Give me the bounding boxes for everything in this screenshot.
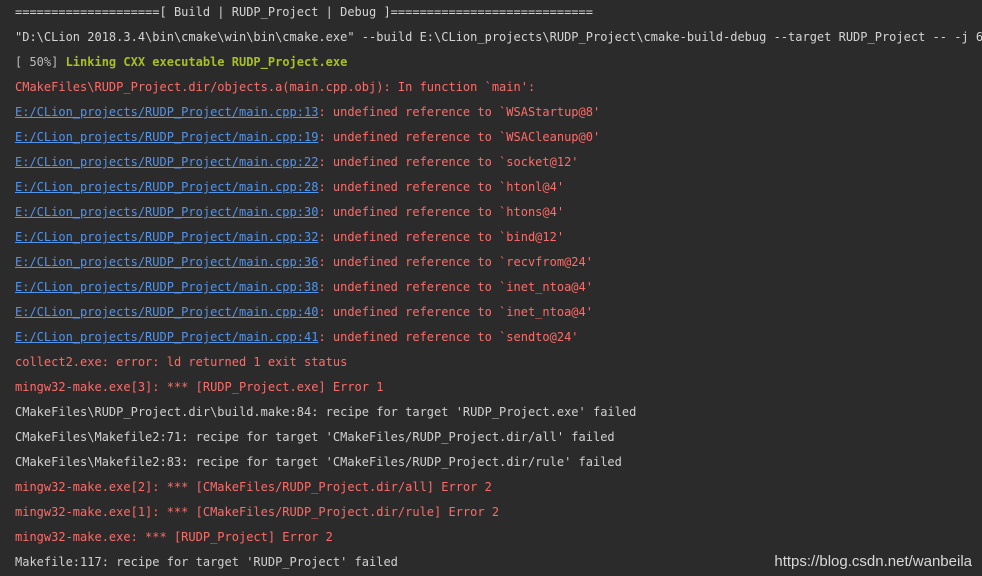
console-line-normal: Makefile:117: recipe for target 'RUDP_Pr… bbox=[15, 555, 398, 569]
console-line-normal: CMakeFiles\Makefile2:83: recipe for targ… bbox=[15, 455, 622, 469]
error-message: : undefined reference to `sendto@24' bbox=[318, 330, 579, 344]
console-line-error: collect2.exe: error: ld returned 1 exit … bbox=[15, 355, 348, 369]
console-line-normal: CMakeFiles\Makefile2:71: recipe for targ… bbox=[15, 430, 615, 444]
source-location-link[interactable]: E:/CLion_projects/RUDP_Project/main.cpp:… bbox=[15, 180, 318, 194]
console-line-error: mingw32-make.exe: *** [RUDP_Project] Err… bbox=[15, 530, 333, 544]
source-location-link[interactable]: E:/CLion_projects/RUDP_Project/main.cpp:… bbox=[15, 255, 318, 269]
watermark: https://blog.csdn.net/wanbeila bbox=[774, 553, 972, 570]
console-line-error: mingw32-make.exe[1]: *** [CMakeFiles/RUD… bbox=[15, 505, 500, 519]
source-location-link[interactable]: E:/CLion_projects/RUDP_Project/main.cpp:… bbox=[15, 205, 318, 219]
source-location-link[interactable]: E:/CLion_projects/RUDP_Project/main.cpp:… bbox=[15, 280, 318, 294]
error-message: : undefined reference to `bind@12' bbox=[318, 230, 565, 244]
error-message: : undefined reference to `inet_ntoa@4' bbox=[318, 305, 593, 319]
console-line-link: E:/CLion_projects/RUDP_Project/main.cpp:… bbox=[15, 150, 579, 175]
source-location-link[interactable]: E:/CLion_projects/RUDP_Project/main.cpp:… bbox=[15, 230, 318, 244]
console-line-link: E:/CLion_projects/RUDP_Project/main.cpp:… bbox=[15, 250, 593, 275]
console-line-header: ====================[ Build | RUDP_Proje… bbox=[15, 5, 593, 19]
source-location-link[interactable]: E:/CLion_projects/RUDP_Project/main.cpp:… bbox=[15, 130, 318, 144]
error-message: : undefined reference to `WSACleanup@0' bbox=[318, 130, 601, 144]
console-line-error: mingw32-make.exe[2]: *** [CMakeFiles/RUD… bbox=[15, 480, 492, 494]
error-message: : undefined reference to `htons@4' bbox=[318, 205, 565, 219]
console-line-progress: [ 50%] Linking CXX executable RUDP_Proje… bbox=[15, 50, 347, 75]
error-message: : undefined reference to `socket@12' bbox=[318, 155, 579, 169]
console-line-error: CMakeFiles\RUDP_Project.dir/objects.a(ma… bbox=[15, 80, 536, 94]
error-message: : undefined reference to `htonl@4' bbox=[318, 180, 565, 194]
console-line-error: mingw32-make.exe[3]: *** [RUDP_Project.e… bbox=[15, 380, 384, 394]
error-message: : undefined reference to `inet_ntoa@4' bbox=[318, 280, 593, 294]
error-message: : undefined reference to `recvfrom@24' bbox=[318, 255, 593, 269]
build-console-output: ====================[ Build | RUDP_Proje… bbox=[0, 0, 982, 576]
console-line-link: E:/CLion_projects/RUDP_Project/main.cpp:… bbox=[15, 300, 593, 325]
console-line-link: E:/CLion_projects/RUDP_Project/main.cpp:… bbox=[15, 225, 564, 250]
console-line-link: E:/CLion_projects/RUDP_Project/main.cpp:… bbox=[15, 100, 600, 125]
source-location-link[interactable]: E:/CLion_projects/RUDP_Project/main.cpp:… bbox=[15, 155, 318, 169]
console-line-normal: CMakeFiles\RUDP_Project.dir\build.make:8… bbox=[15, 405, 637, 419]
console-line-link: E:/CLion_projects/RUDP_Project/main.cpp:… bbox=[15, 125, 600, 150]
console-line-link: E:/CLion_projects/RUDP_Project/main.cpp:… bbox=[15, 200, 564, 225]
progress-percent: [ 50%] bbox=[15, 55, 66, 69]
console-line-link: E:/CLion_projects/RUDP_Project/main.cpp:… bbox=[15, 275, 593, 300]
progress-message: Linking CXX executable RUDP_Project.exe bbox=[65, 55, 348, 69]
source-location-link[interactable]: E:/CLion_projects/RUDP_Project/main.cpp:… bbox=[15, 305, 318, 319]
error-message: : undefined reference to `WSAStartup@8' bbox=[318, 105, 601, 119]
console-line-command: "D:\CLion 2018.3.4\bin\cmake\win\bin\cma… bbox=[15, 30, 982, 44]
console-line-link: E:/CLion_projects/RUDP_Project/main.cpp:… bbox=[15, 175, 564, 200]
console-line-link: E:/CLion_projects/RUDP_Project/main.cpp:… bbox=[15, 325, 579, 350]
source-location-link[interactable]: E:/CLion_projects/RUDP_Project/main.cpp:… bbox=[15, 330, 318, 344]
source-location-link[interactable]: E:/CLion_projects/RUDP_Project/main.cpp:… bbox=[15, 105, 318, 119]
